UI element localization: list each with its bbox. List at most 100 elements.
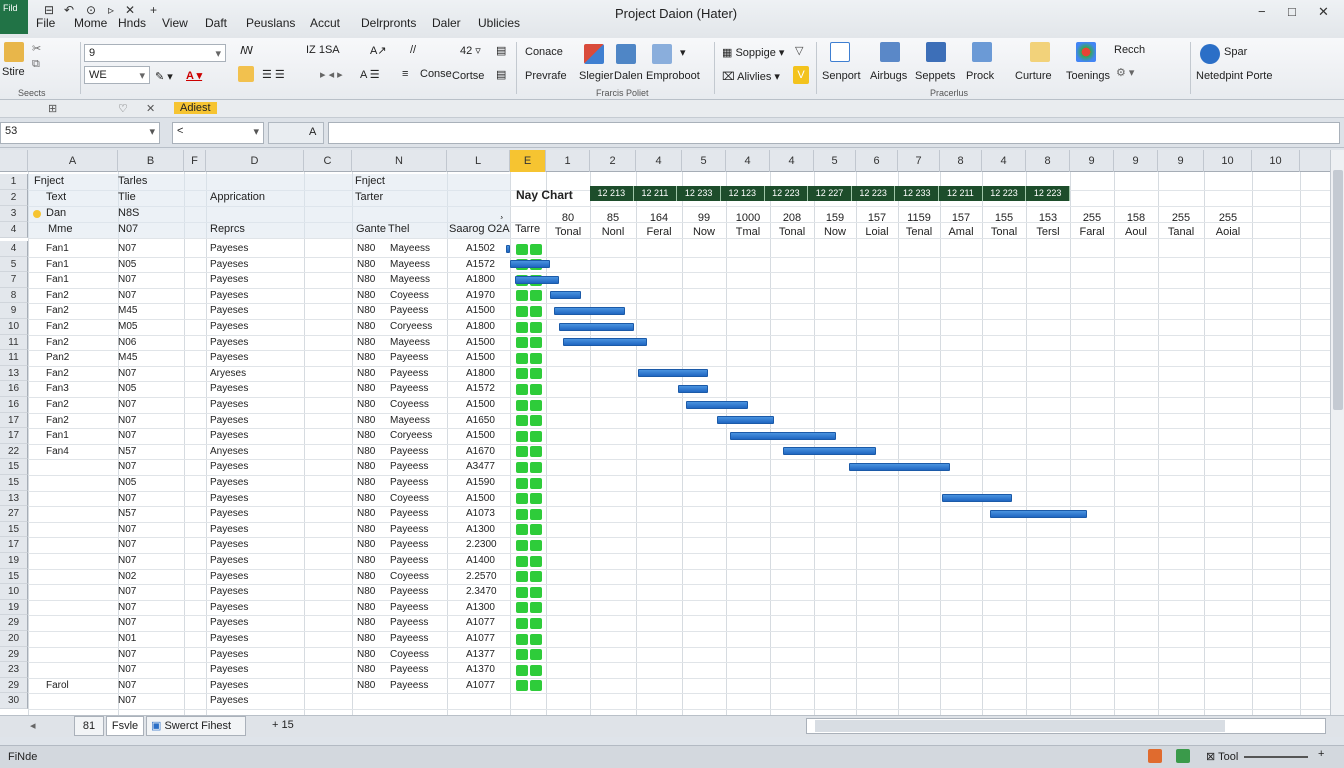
owner-code-cell[interactable]: N80: [357, 274, 375, 285]
column-header-24[interactable]: 10: [1204, 150, 1252, 172]
task-type-cell[interactable]: Anyeses: [210, 446, 248, 457]
task-code-cell[interactable]: N05: [118, 477, 136, 488]
owner-code-cell[interactable]: N80: [357, 539, 375, 550]
gantt-bar[interactable]: [941, 494, 1012, 503]
gantt-bar[interactable]: [510, 260, 550, 269]
owner-code-cell[interactable]: N80: [357, 508, 375, 519]
task-code-cell[interactable]: N07: [118, 695, 136, 706]
row-header[interactable]: 17: [0, 412, 28, 429]
task-type-cell[interactable]: Payeses: [210, 321, 248, 332]
task-code-cell[interactable]: N07: [118, 415, 136, 426]
font-item-4[interactable]: //: [410, 44, 416, 56]
paste-icon[interactable]: [4, 42, 24, 62]
menu-data[interactable]: Daler: [432, 16, 461, 30]
task-name-cell[interactable]: Fan2: [46, 337, 69, 348]
format-item-2[interactable]: Cortse: [452, 70, 484, 82]
row-header[interactable]: 19: [0, 553, 28, 569]
owner-code-cell[interactable]: N80: [357, 368, 375, 379]
column-header-1[interactable]: A: [28, 150, 118, 172]
saving-cell[interactable]: 2.2300: [466, 539, 497, 550]
row-header[interactable]: 15: [0, 521, 28, 538]
task-type-cell[interactable]: Payeses: [210, 508, 248, 519]
menu-draft[interactable]: Daft: [205, 16, 227, 30]
name-box[interactable]: 53 ▾: [0, 122, 160, 144]
status-cell[interactable]: Payeess: [390, 617, 428, 628]
settings-icon[interactable]: ⚙ ▾: [1116, 66, 1134, 79]
row-header[interactable]: 2: [0, 190, 28, 206]
status-cell[interactable]: Payeess: [390, 352, 428, 363]
menu-developers[interactable]: Delrpronts: [361, 16, 416, 30]
editing-item-5[interactable]: Curture: [1015, 70, 1052, 82]
font-item-2[interactable]: IZ 1SA: [306, 44, 340, 56]
font-name-select[interactable]: 9 ▾: [84, 44, 226, 62]
checkmark-icon[interactable]: V: [793, 66, 809, 84]
list-icon[interactable]: ▤: [496, 68, 506, 81]
gantt-bar[interactable]: [677, 384, 709, 393]
add-icon[interactable]: +: [150, 3, 157, 17]
gantt-bar[interactable]: [550, 291, 581, 300]
cut-icon[interactable]: ✂: [32, 42, 41, 55]
row-header[interactable]: 30: [0, 693, 28, 709]
menu-insert[interactable]: Hnds: [118, 16, 146, 30]
grid-toggle-icon[interactable]: ⊞: [48, 102, 57, 115]
conditional-format-icon[interactable]: [584, 44, 604, 64]
task-name-cell[interactable]: Fan1: [46, 259, 69, 270]
saving-cell[interactable]: A1500: [466, 337, 495, 348]
menu-home[interactable]: Mome: [74, 16, 107, 30]
saving-cell[interactable]: A1800: [466, 274, 495, 285]
task-code-cell[interactable]: N07: [118, 555, 136, 566]
gantt-bar[interactable]: [558, 322, 634, 331]
redo-icon[interactable]: ⊙: [86, 3, 96, 17]
status-cell[interactable]: Payeess: [390, 383, 428, 394]
saving-cell[interactable]: A1073: [466, 508, 495, 519]
row-header[interactable]: 5: [0, 256, 28, 273]
owner-code-cell[interactable]: N80: [357, 415, 375, 426]
paste-button[interactable]: Stire: [2, 66, 25, 78]
saving-cell[interactable]: 2.3470: [466, 586, 497, 597]
gantt-bar[interactable]: [730, 431, 836, 440]
status-cell[interactable]: Payeess: [390, 586, 428, 597]
task-type-cell[interactable]: Payeses: [210, 493, 248, 504]
row-header[interactable]: 19: [0, 599, 28, 616]
owner-code-cell[interactable]: N80: [357, 352, 375, 363]
row-header[interactable]: 23: [0, 662, 28, 678]
help-icon[interactable]: [1200, 44, 1220, 64]
chevron-down-icon[interactable]: ▾: [680, 46, 686, 59]
app-icon[interactable]: Fild: [0, 0, 28, 34]
column-header-22[interactable]: 9: [1114, 150, 1158, 172]
task-type-cell[interactable]: Payeses: [210, 524, 248, 535]
owner-code-cell[interactable]: N80: [357, 305, 375, 316]
row-header[interactable]: 4: [0, 222, 28, 238]
task-type-cell[interactable]: Aryeses: [210, 368, 246, 379]
task-code-cell[interactable]: N07: [118, 430, 136, 441]
editing-item-3[interactable]: Seppets: [915, 70, 955, 82]
saving-cell[interactable]: 2.2570: [466, 571, 497, 582]
column-header-4[interactable]: D: [206, 150, 304, 172]
cells-item-2[interactable]: ⌧ Alivlies ▾: [722, 70, 780, 83]
task-code-cell[interactable]: N07: [118, 290, 136, 301]
owner-code-cell[interactable]: N80: [357, 555, 375, 566]
extras-item-1[interactable]: Recch: [1114, 44, 1145, 56]
format-item-1[interactable]: Conse: [420, 68, 452, 80]
column-header-7[interactable]: L: [447, 150, 510, 172]
column-header-6[interactable]: N: [352, 150, 447, 172]
grid-icon[interactable]: ▤: [496, 44, 506, 57]
task-code-cell[interactable]: N07: [118, 243, 136, 254]
task-code-cell[interactable]: N07: [118, 399, 136, 410]
folder-icon[interactable]: [1030, 42, 1050, 62]
fill-color-icon[interactable]: [238, 66, 254, 82]
sheet-tab-3[interactable]: ▣ Swerct Fihest: [146, 716, 246, 736]
owner-code-cell[interactable]: N80: [357, 649, 375, 660]
task-name-cell[interactable]: Fan4: [46, 446, 69, 457]
row-header[interactable]: 10: [0, 319, 28, 335]
owner-code-cell[interactable]: N80: [357, 399, 375, 410]
status-cell[interactable]: Payeess: [390, 508, 428, 519]
fx-button[interactable]: A: [268, 122, 324, 144]
table-format-icon[interactable]: [616, 44, 636, 64]
play-icon[interactable]: ▹: [108, 3, 114, 17]
task-name-cell[interactable]: Fan2: [46, 321, 69, 332]
status-cell[interactable]: Payeess: [390, 555, 428, 566]
column-header-12[interactable]: 5: [682, 150, 726, 172]
align-left-icon[interactable]: ☰ ☰: [262, 68, 285, 81]
text-color-icon[interactable]: A ☰: [360, 68, 380, 81]
